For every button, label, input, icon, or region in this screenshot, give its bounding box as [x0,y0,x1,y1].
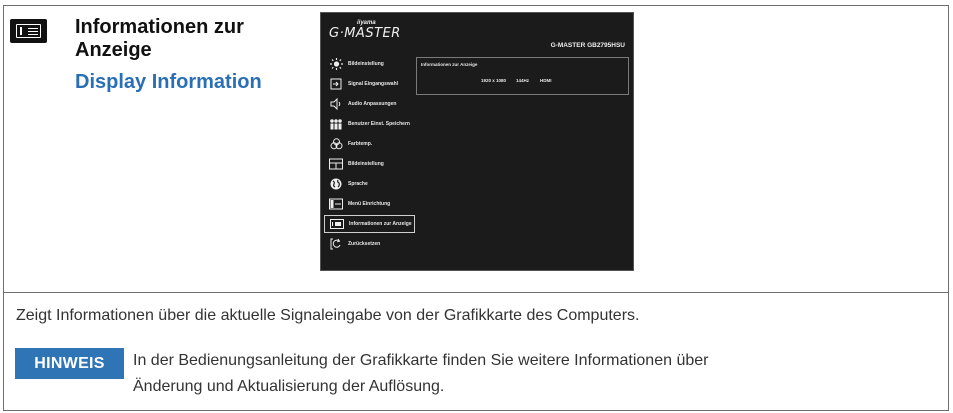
note-text: In der Bedienungsanleitung der Grafikkar… [133,348,893,400]
title-english: Display Information [75,71,262,93]
osd-menu-label: Audio Anpassungen [348,101,397,107]
osd-menu-item: Signal Eingangswahl [324,75,415,93]
osd-screenshot: iiyama G·MASTER G-MASTER GB2795HSU Bilde… [320,12,634,271]
osd-menu-item: Zurücksetzen [324,235,415,253]
resolution-value: 1920 x 1080 [481,78,507,83]
info-menu-icon [10,19,47,43]
model-name: G-MASTER GB2795HSU [550,42,625,49]
refresh-rate-value: 144Hz [516,78,530,83]
osd-menu-label: Menü Einrichtung [348,201,391,207]
osd-menu-item: Sprache [324,175,415,193]
picture-icon [329,158,343,170]
input-icon [329,78,343,90]
section-divider [4,292,948,293]
color-icon [329,138,343,150]
globe-icon [329,178,343,190]
menu-setup-icon [329,198,343,210]
info-panel: Informationen zur Anzeige 1920 x 1080 14… [416,57,629,95]
osd-menu-label: Benutzer Einst. Speichern [348,121,410,127]
osd-menu-label: Signal Eingangswahl [348,81,399,87]
users-icon [329,118,343,130]
note-badge: HINWEIS [15,348,124,379]
sun-icon [329,58,343,70]
note-line: In der Bedienungsanleitung der Grafikkar… [133,352,709,369]
note-line: Änderung und Aktualisierung der Auflösun… [133,378,445,395]
osd-menu-item: Bildeinstellung [324,55,415,73]
osd-menu-label: Bildeinstellung [348,161,384,167]
info-icon [330,218,344,230]
reset-icon [329,238,343,250]
osd-menu-label: Informationen zur Anzeige [349,221,412,227]
osd-menu-item: Audio Anpassungen [324,95,415,113]
title-german: Informationen zur Anzeige [75,16,244,61]
osd-menu-item: Menü Einrichtung [324,195,415,213]
osd-menu-item: Benutzer Einst. Speichern [324,115,415,133]
description-text: Zeigt Informationen über die aktuelle Si… [16,307,640,324]
speaker-icon [329,98,343,110]
osd-menu-label: Zurücksetzen [348,241,381,247]
brand-logo: G·MASTER [329,26,401,41]
osd-menu-item: Farbtemp. [324,135,415,153]
osd-menu-item: Bildeinstellung [324,155,415,173]
osd-menu-label: Farbtemp. [348,141,373,147]
panel-title: Informationen zur Anzeige [421,62,478,67]
osd-menu-label: Bildeinstellung [348,61,384,67]
input-source-value: HDMI [540,78,552,83]
osd-menu-label: Sprache [348,181,368,187]
osd-menu-item-selected: Informationen zur Anzeige [324,215,415,233]
